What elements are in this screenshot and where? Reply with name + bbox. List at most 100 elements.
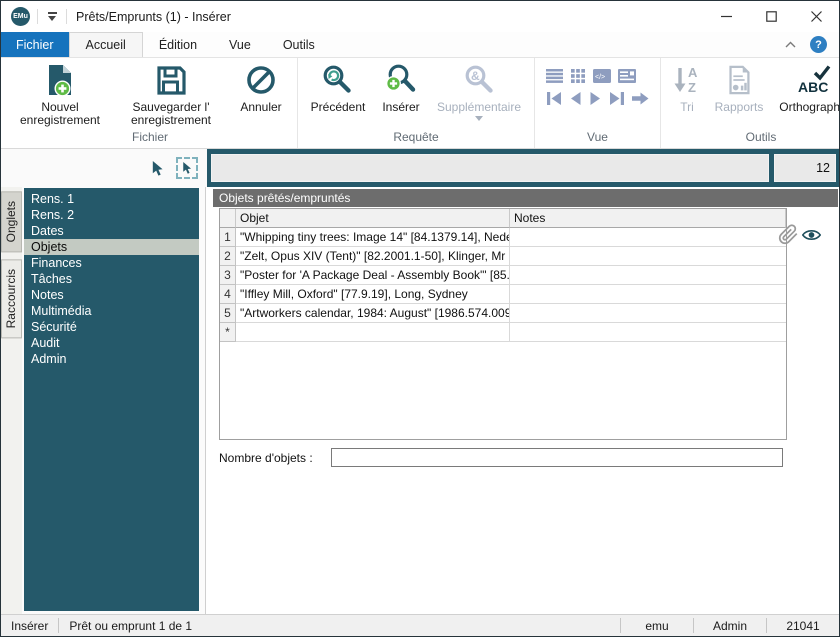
app-logo-icon: EMu <box>11 7 30 26</box>
notes-cell-empty[interactable] <box>510 323 786 342</box>
details-view-icon[interactable] <box>618 69 636 83</box>
save-record-button[interactable]: Sauvegarder l' enregistrement <box>112 61 230 127</box>
notes-cell[interactable] <box>510 247 786 266</box>
svg-text:A: A <box>688 65 698 80</box>
attachment-icon[interactable] <box>778 224 799 245</box>
next-record-icon[interactable] <box>589 92 602 105</box>
cancel-label: Annuler <box>240 101 281 114</box>
sidebar-item-admin[interactable]: Admin <box>24 351 199 367</box>
pointer-cursor-icon[interactable] <box>150 160 165 177</box>
chevron-down-icon <box>48 16 56 21</box>
notes-cell[interactable] <box>510 266 786 285</box>
insert-button[interactable]: Insérer <box>373 61 429 114</box>
object-cell[interactable]: "Whipping tiny trees: Image 14" [84.1379… <box>236 228 510 247</box>
object-cell[interactable]: "Iffley Mill, Oxford" [77.9.19], Long, S… <box>236 285 510 304</box>
maximize-button[interactable] <box>749 1 794 32</box>
close-button[interactable] <box>794 1 839 32</box>
group-label-requete: Requête <box>303 129 529 148</box>
cancel-button[interactable]: Annuler <box>230 61 292 114</box>
divider <box>66 9 67 24</box>
svg-text:</>: </> <box>595 74 605 81</box>
row-number-header <box>220 209 236 228</box>
list-view-icon[interactable] <box>546 69 563 83</box>
last-record-icon[interactable] <box>609 92 625 105</box>
table-row: 2 "Zelt, Opus XIV (Tent)" [82.2001.1-50]… <box>220 247 786 266</box>
sidebar-item-rens1[interactable]: Rens. 1 <box>24 191 199 207</box>
notes-cell[interactable] <box>510 304 786 323</box>
tab-edition[interactable]: Édition <box>143 32 213 57</box>
sidebar: Rens. 1 Rens. 2 Dates Objets Finances Tâ… <box>22 187 206 614</box>
sidebar-item-taches[interactable]: Tâches <box>24 271 199 287</box>
object-cell[interactable]: "Zelt, Opus XIV (Tent)" [82.2001.1-50], … <box>236 247 510 266</box>
spelling-label: Orthographe <box>779 101 840 114</box>
collapse-ribbon-icon[interactable] <box>785 41 796 48</box>
sidebar-item-notes[interactable]: Notes <box>24 287 199 303</box>
row-number: 5 <box>220 304 236 323</box>
record-count-field[interactable]: 12 <box>774 154 836 182</box>
table-row: 4 "Iffley Mill, Oxford" [77.9.19], Long,… <box>220 285 786 304</box>
table-row: 1 "Whipping tiny trees: Image 14" [84.13… <box>220 228 786 247</box>
ribbon-group-vue: </> <box>535 58 661 148</box>
object-count-input[interactable] <box>331 448 783 467</box>
status-bar: Insérer Prêt ou emprunt 1 de 1 emu Admin… <box>1 614 839 636</box>
previous-record-icon[interactable] <box>569 92 582 105</box>
sidebar-item-securite[interactable]: Sécurité <box>24 319 199 335</box>
ribbon-group-outils: A Z Tri Rapports <box>661 58 840 148</box>
status-user: Admin <box>694 619 766 633</box>
select-mode-icon[interactable] <box>176 157 198 179</box>
ribbon-group-fichier: Nouvel enregistrement Sauvegarder l' enr… <box>3 58 298 148</box>
goto-record-icon[interactable] <box>632 92 649 105</box>
code-view-icon[interactable]: </> <box>593 69 611 83</box>
sidebar-item-objets[interactable]: Objets <box>24 239 199 255</box>
sidebar-item-rens2[interactable]: Rens. 2 <box>24 207 199 223</box>
vertical-tab-raccourcis[interactable]: Raccourcis <box>1 259 22 338</box>
summary-field[interactable] <box>211 154 769 182</box>
tab-vue[interactable]: Vue <box>213 32 267 57</box>
maximize-icon <box>766 11 777 22</box>
sidebar-item-multimedia[interactable]: Multimédia <box>24 303 199 319</box>
close-icon <box>811 11 822 22</box>
spelling-icon: ABC <box>795 63 831 97</box>
row-number: 2 <box>220 247 236 266</box>
main-area: Onglets Raccourcis Rens. 1 Rens. 2 Dates… <box>1 187 839 614</box>
side-tab-strip: Onglets Raccourcis <box>1 187 22 614</box>
pointer-cursor-small-icon <box>181 161 193 175</box>
eye-icon[interactable] <box>802 228 821 242</box>
insert-icon <box>384 63 418 97</box>
object-count-label: Nombre d'objets : <box>219 451 331 465</box>
previous-query-button[interactable]: Précédent <box>303 61 373 114</box>
spelling-button[interactable]: ABC Orthographe <box>770 61 840 114</box>
tab-fichier[interactable]: Fichier <box>1 32 69 57</box>
notes-cell[interactable] <box>510 228 786 247</box>
minimize-icon <box>721 11 732 22</box>
tab-bar-right: ? <box>785 32 839 57</box>
vertical-tab-onglets[interactable]: Onglets <box>1 191 22 252</box>
column-header-notes[interactable]: Notes <box>510 209 786 228</box>
group-label-outils: Outils <box>666 129 840 148</box>
column-header-objet[interactable]: Objet <box>236 209 510 228</box>
reports-button[interactable]: Rapports <box>708 61 770 114</box>
dropdown-caret-icon <box>475 116 483 121</box>
status-connection: emu <box>621 619 693 633</box>
grid-view-icon[interactable] <box>570 69 586 83</box>
quick-access-dropdown[interactable] <box>45 12 59 21</box>
object-cell[interactable]: "Poster for 'A Package Deal - Assembly B… <box>236 266 510 285</box>
object-cell-empty[interactable] <box>236 323 510 342</box>
sidebar-item-dates[interactable]: Dates <box>24 223 199 239</box>
new-record-button[interactable]: Nouvel enregistrement <box>8 61 112 127</box>
supplementary-query-button[interactable]: & Supplémentaire <box>429 61 529 121</box>
help-button[interactable]: ? <box>810 36 827 53</box>
new-record-label: Nouvel enregistrement <box>8 101 112 127</box>
table-empty-area <box>220 342 786 439</box>
minimize-button[interactable] <box>704 1 749 32</box>
sidebar-item-audit[interactable]: Audit <box>24 335 199 351</box>
sidebar-item-finances[interactable]: Finances <box>24 255 199 271</box>
selection-tools <box>1 149 207 187</box>
new-row-marker: * <box>220 323 236 342</box>
object-cell[interactable]: "Artworkers calendar, 1984: August" [198… <box>236 304 510 323</box>
sort-button[interactable]: A Z Tri <box>666 61 708 114</box>
first-record-icon[interactable] <box>546 92 562 105</box>
tab-outils[interactable]: Outils <box>267 32 331 57</box>
tab-accueil[interactable]: Accueil <box>69 32 143 57</box>
notes-cell[interactable] <box>510 285 786 304</box>
